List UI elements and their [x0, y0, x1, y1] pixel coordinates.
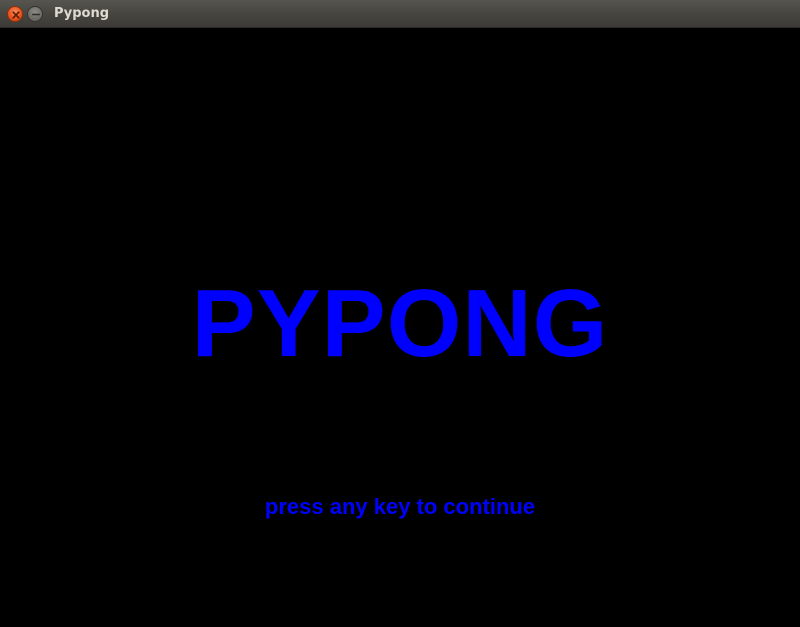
window-title: Pypong [54, 6, 110, 21]
minimize-button[interactable] [27, 6, 43, 22]
window-titlebar[interactable]: Pypong [0, 0, 800, 28]
close-button[interactable] [7, 6, 23, 22]
app-window: Pypong PYPONG press any key to continue [0, 0, 800, 627]
continue-prompt: press any key to continue [264, 494, 536, 519]
game-title: PYPONG [191, 270, 609, 377]
minimize-icon [31, 13, 40, 16]
game-canvas[interactable]: PYPONG press any key to continue [0, 28, 800, 627]
close-icon [12, 11, 20, 19]
